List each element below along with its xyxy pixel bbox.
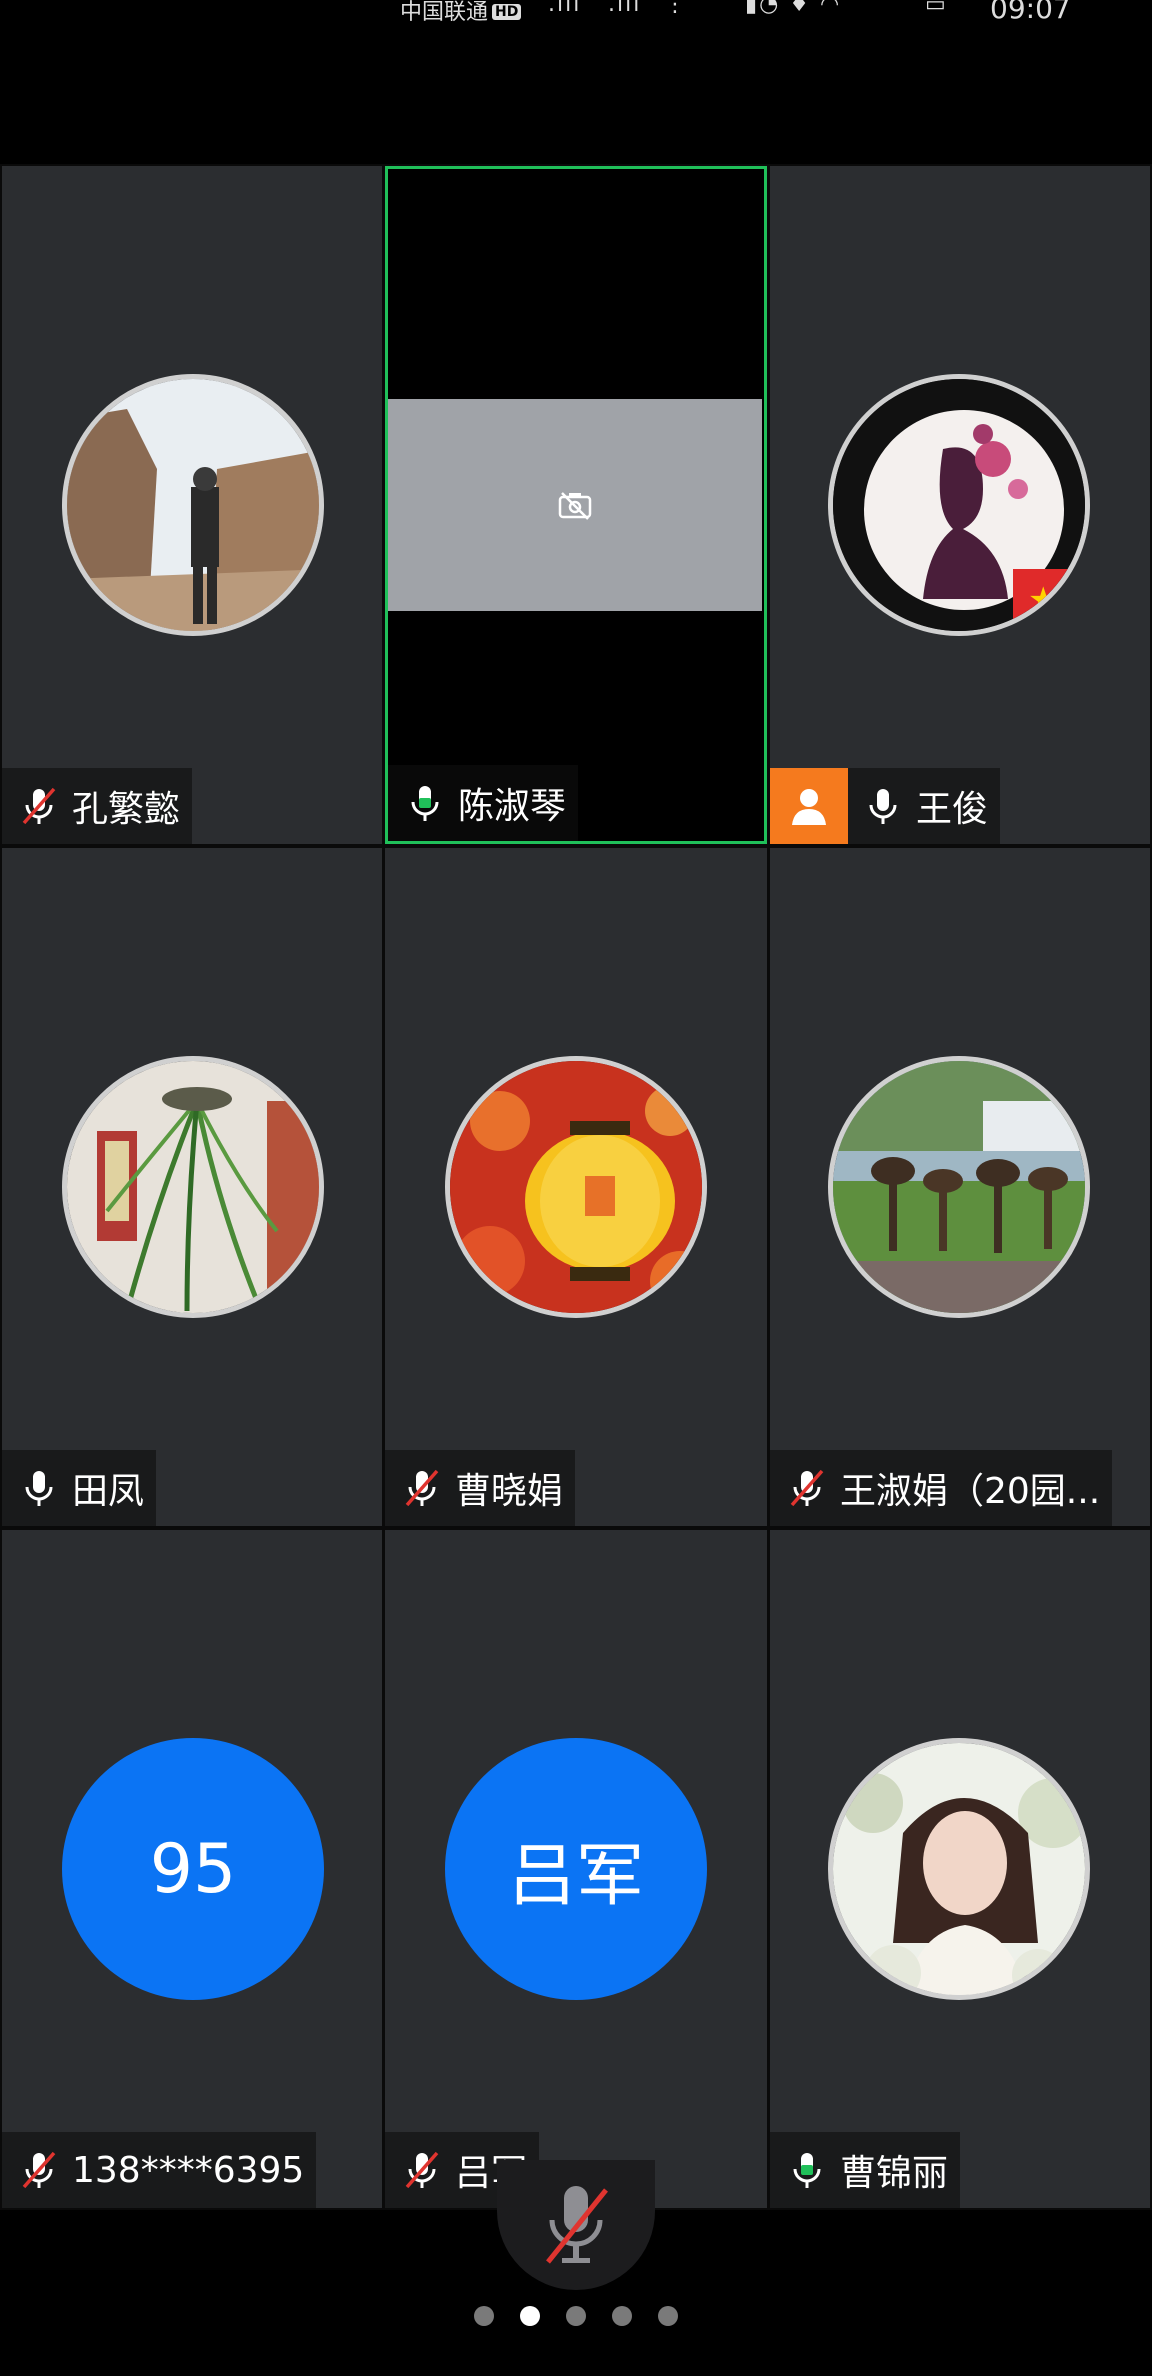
participant-avatar-initials: 吕军 — [445, 1738, 707, 2000]
mic-muted-icon — [546, 2186, 608, 2264]
page-dot-active[interactable] — [520, 2306, 540, 2326]
participant-tile[interactable]: 孔繁懿 — [2, 166, 382, 844]
mic-muted-icon — [790, 1469, 824, 1507]
participant-tile[interactable]: 田凤 — [2, 848, 382, 1526]
carrier-name: 中国联通 — [400, 0, 489, 25]
participant-tile[interactable]: 曹晓娟 — [385, 848, 767, 1526]
participant-name: 曹晓娟 — [455, 1471, 564, 1512]
participant-name: 138****6395 — [72, 2149, 305, 2191]
participant-avatar — [828, 1738, 1090, 2000]
participant-tile[interactable]: 95 138****6395 — [2, 1530, 382, 2208]
mic-on-icon — [869, 789, 897, 824]
mic-on-icon — [25, 1471, 53, 1506]
host-badge — [770, 768, 848, 844]
participant-nameplate: 138****6395 — [2, 2132, 317, 2208]
status-bar: 中国联通 HD .ıll .ıll ⋮ ▮◔ ♦ ◠ ▭ 09:07 — [0, 0, 1152, 40]
notification-icons: ▮◔ ♦ ◠ — [745, 0, 842, 17]
svg-text:★: ★ — [1028, 580, 1058, 620]
participant-tile[interactable]: 王淑娟（20园... — [770, 848, 1150, 1526]
participant-nameplate: 王俊 — [770, 768, 1001, 844]
mic-muted-icon — [405, 1469, 439, 1507]
participant-avatar: ★ — [828, 374, 1090, 636]
clock: 09:07 — [990, 0, 1071, 25]
participant-avatar — [828, 1056, 1090, 1318]
participant-name: 陈淑琴 — [458, 786, 567, 827]
participant-nameplate: 王淑娟（20园... — [770, 1450, 1113, 1526]
battery-icon: ▭ — [925, 0, 948, 17]
signal-icon-2: .ıll — [608, 0, 642, 17]
participant-name: 田凤 — [72, 1471, 145, 1512]
person-icon — [792, 789, 826, 825]
page-dot[interactable] — [566, 2306, 586, 2326]
participant-avatar — [445, 1056, 707, 1318]
mic-muted-icon — [22, 2151, 56, 2189]
camera-off-placeholder — [388, 399, 762, 611]
page-indicator[interactable] — [0, 2306, 1152, 2326]
page-dot[interactable] — [474, 2306, 494, 2326]
carrier-label: 中国联通 HD — [400, 0, 522, 26]
participant-grid: 孔繁懿 陈淑琴 ★ 王俊 田凤 曹晓娟 王淑娟（20园... 95 138***… — [0, 164, 1152, 2210]
participant-nameplate: 陈淑琴 — [388, 765, 579, 841]
hd-badge: HD — [492, 4, 522, 20]
participant-avatar-initials: 95 — [62, 1738, 324, 2000]
wifi-icon: ⋮ — [664, 0, 688, 17]
page-dot[interactable] — [612, 2306, 632, 2326]
signal-icon: .ıll — [548, 0, 582, 17]
participant-nameplate: 孔繁懿 — [2, 768, 193, 844]
camera-off-icon — [558, 492, 592, 520]
participant-tile-active[interactable]: 陈淑琴 — [385, 166, 767, 844]
mic-on-icon — [793, 2153, 821, 2188]
participant-name: 曹锦丽 — [840, 2153, 949, 2194]
participant-tile[interactable]: 曹锦丽 — [770, 1530, 1150, 2208]
participant-tile[interactable]: ★ 王俊 — [770, 166, 1150, 844]
mic-muted-icon — [22, 787, 56, 825]
participant-name: 王俊 — [916, 789, 989, 830]
participant-avatar — [62, 374, 324, 636]
participant-avatar — [62, 1056, 324, 1318]
mic-on-icon — [411, 786, 439, 821]
participant-name: 孔繁懿 — [72, 789, 181, 830]
participant-nameplate: 曹晓娟 — [385, 1450, 576, 1526]
participant-nameplate: 田凤 — [2, 1450, 157, 1526]
mic-muted-icon — [405, 2151, 439, 2189]
participant-name: 王淑娟（20园... — [840, 1471, 1101, 1512]
participant-tile[interactable]: 吕军 吕军 — [385, 1530, 767, 2208]
participant-nameplate: 曹锦丽 — [770, 2132, 961, 2208]
page-dot[interactable] — [658, 2306, 678, 2326]
